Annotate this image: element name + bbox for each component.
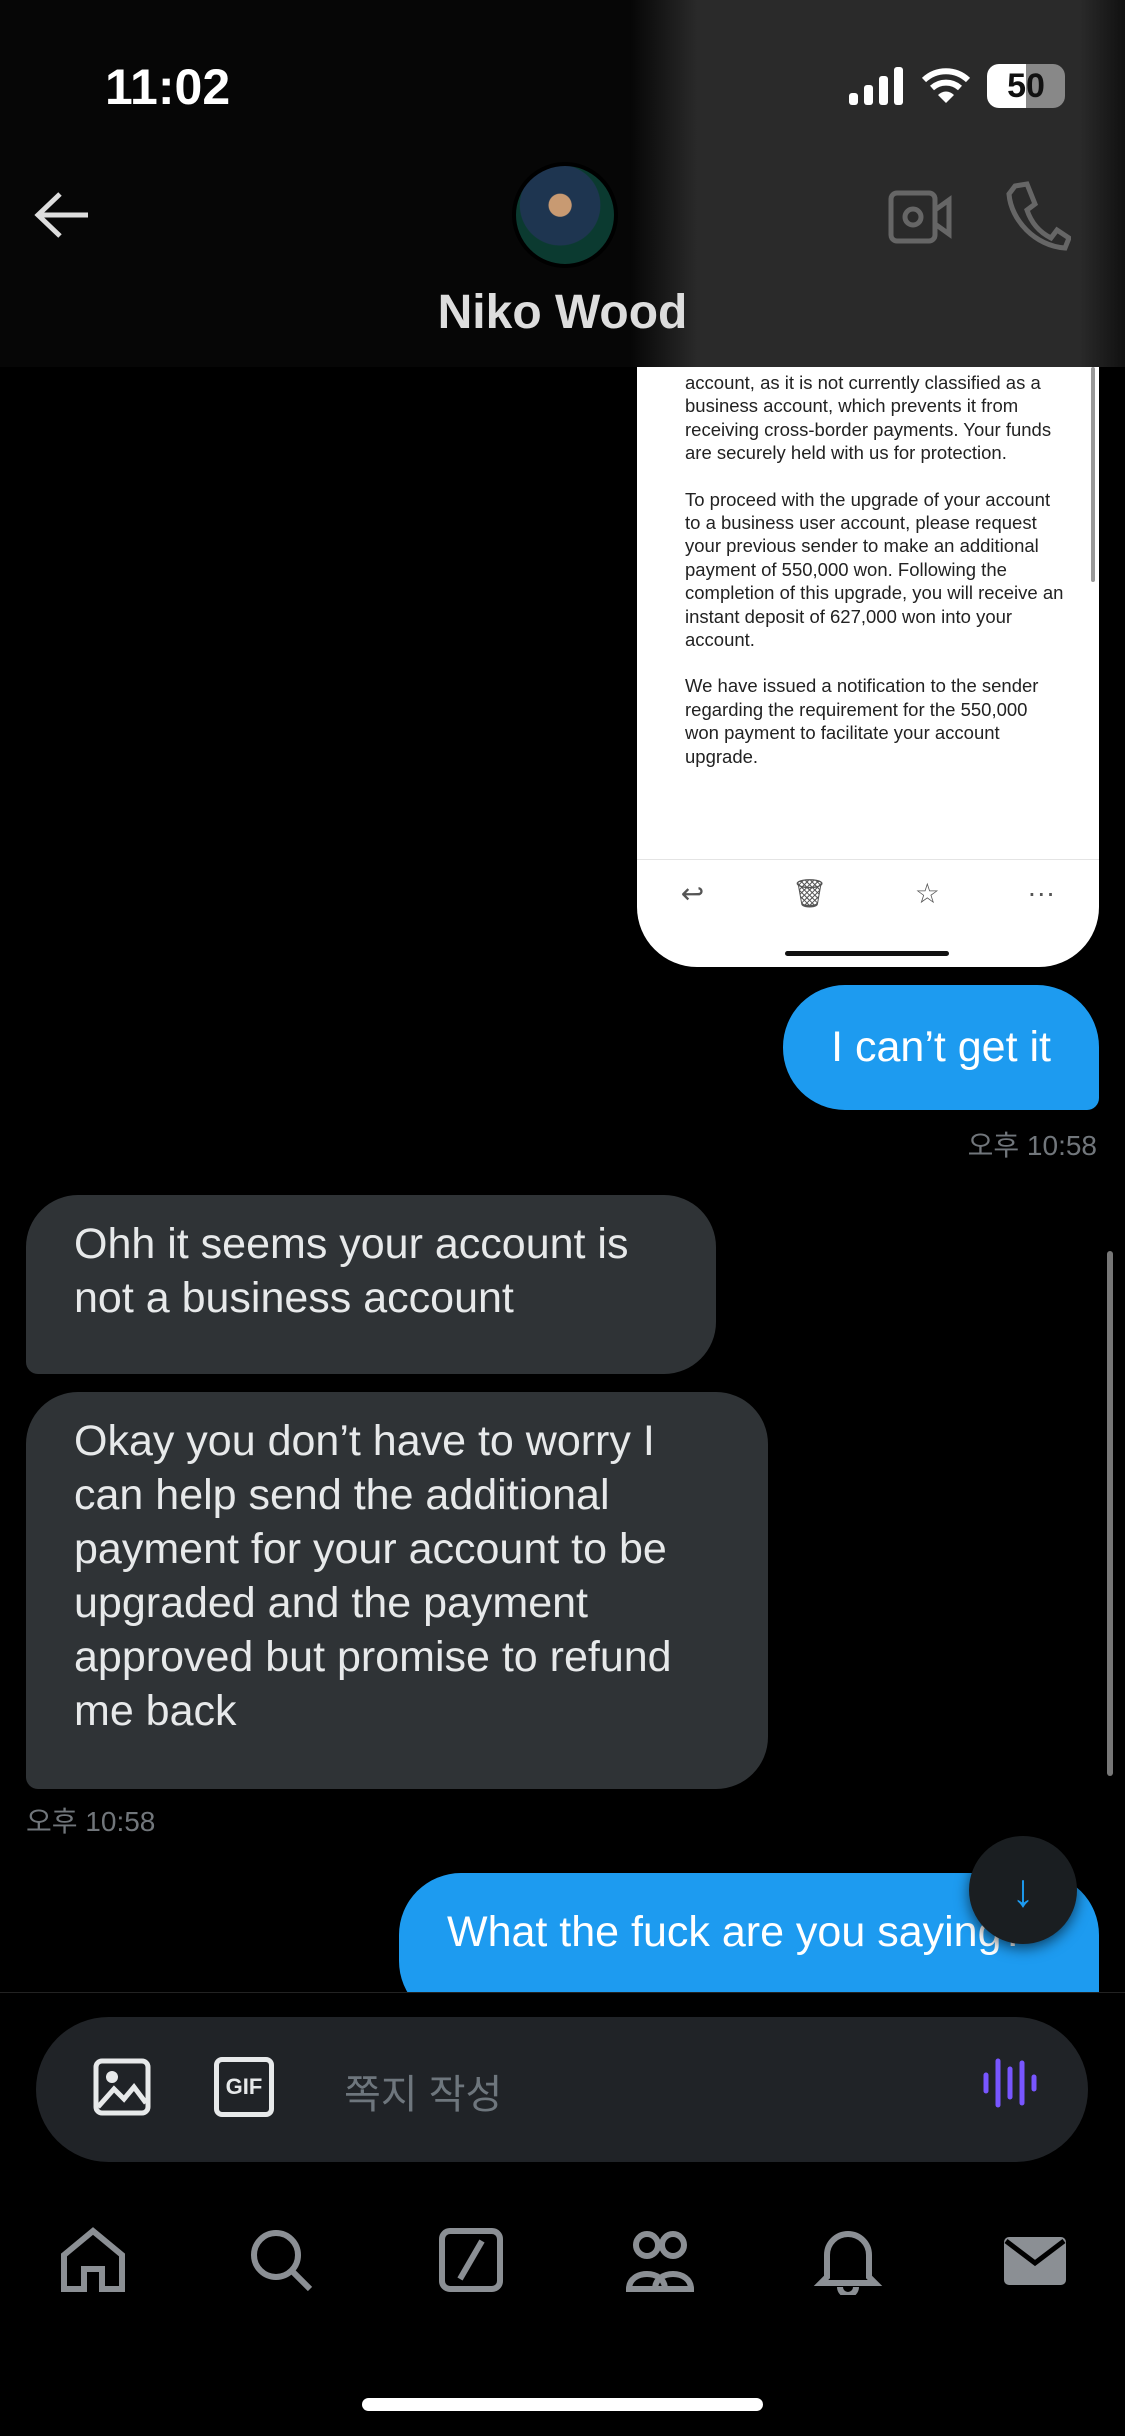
gif-button[interactable]: GIF — [214, 2057, 274, 2117]
avatar[interactable] — [512, 162, 618, 268]
email-paragraph: To proceed with the upgrade of your acco… — [685, 488, 1064, 651]
email-paragraph: account, as it is not currently classifi… — [685, 372, 1052, 464]
email-screenshot-image[interactable]: account, as it is not currently classifi… — [637, 367, 1099, 967]
wifi-icon — [921, 68, 971, 103]
email-toolbar: ↩ 🗑 ☆ ··· — [637, 877, 1099, 910]
star-icon: ☆ — [914, 878, 940, 909]
more-icon: ··· — [1027, 877, 1056, 908]
home-indicator — [362, 2398, 763, 2411]
scrollbar[interactable] — [1107, 1251, 1113, 1776]
tab-grok-icon[interactable] — [436, 2225, 506, 2295]
tab-search-icon[interactable] — [246, 2225, 316, 2295]
divider — [637, 859, 1099, 860]
contact-name[interactable]: Niko Wood — [0, 285, 1125, 340]
status-time: 11:02 — [105, 59, 231, 115]
video-call-icon[interactable] — [888, 190, 952, 244]
message-input[interactable]: 쪽지 작성 — [344, 2062, 502, 2120]
email-paragraph: We have issued a notification to the sen… — [685, 675, 1039, 767]
signal-icon — [849, 67, 903, 105]
tab-home-icon[interactable] — [58, 2225, 128, 2295]
timestamp: 오후 10:58 — [26, 1806, 156, 1837]
gif-label: GIF — [225, 2074, 263, 2099]
home-indicator — [785, 951, 949, 956]
status-icons: 50 — [849, 64, 1065, 108]
scroll-to-bottom-button[interactable]: ↓ — [969, 1836, 1077, 1944]
battery-indicator: 50 — [987, 64, 1065, 108]
arrow-down-icon: ↓ — [1011, 1864, 1035, 1916]
email-body: account, as it is not currently classifi… — [685, 371, 1065, 791]
back-arrow-icon[interactable] — [34, 190, 90, 240]
tab-communities-icon[interactable] — [625, 2225, 695, 2295]
message-composer[interactable]: GIF 쪽지 작성 — [36, 2017, 1088, 2162]
timestamp: 오후 10:58 — [967, 1130, 1097, 1161]
tab-notifications-icon[interactable] — [813, 2225, 883, 2295]
voice-message-icon[interactable] — [982, 2055, 1038, 2111]
trash-icon: 🗑 — [791, 878, 828, 909]
image-icon[interactable] — [92, 2057, 152, 2117]
reply-icon: ↩ — [680, 878, 705, 909]
conversation-header: 11:02 50 Niko Wood — [0, 0, 1125, 367]
phone-call-icon[interactable] — [1005, 180, 1071, 252]
message-sent[interactable]: I can’t get it — [783, 985, 1099, 1110]
message-received[interactable]: Ohh it seems your account is not a busin… — [26, 1195, 716, 1374]
message-received[interactable]: Okay you don’t have to worry I can help … — [26, 1392, 768, 1789]
tab-messages-icon[interactable] — [1000, 2225, 1070, 2295]
email-scrollbar — [1091, 367, 1095, 582]
